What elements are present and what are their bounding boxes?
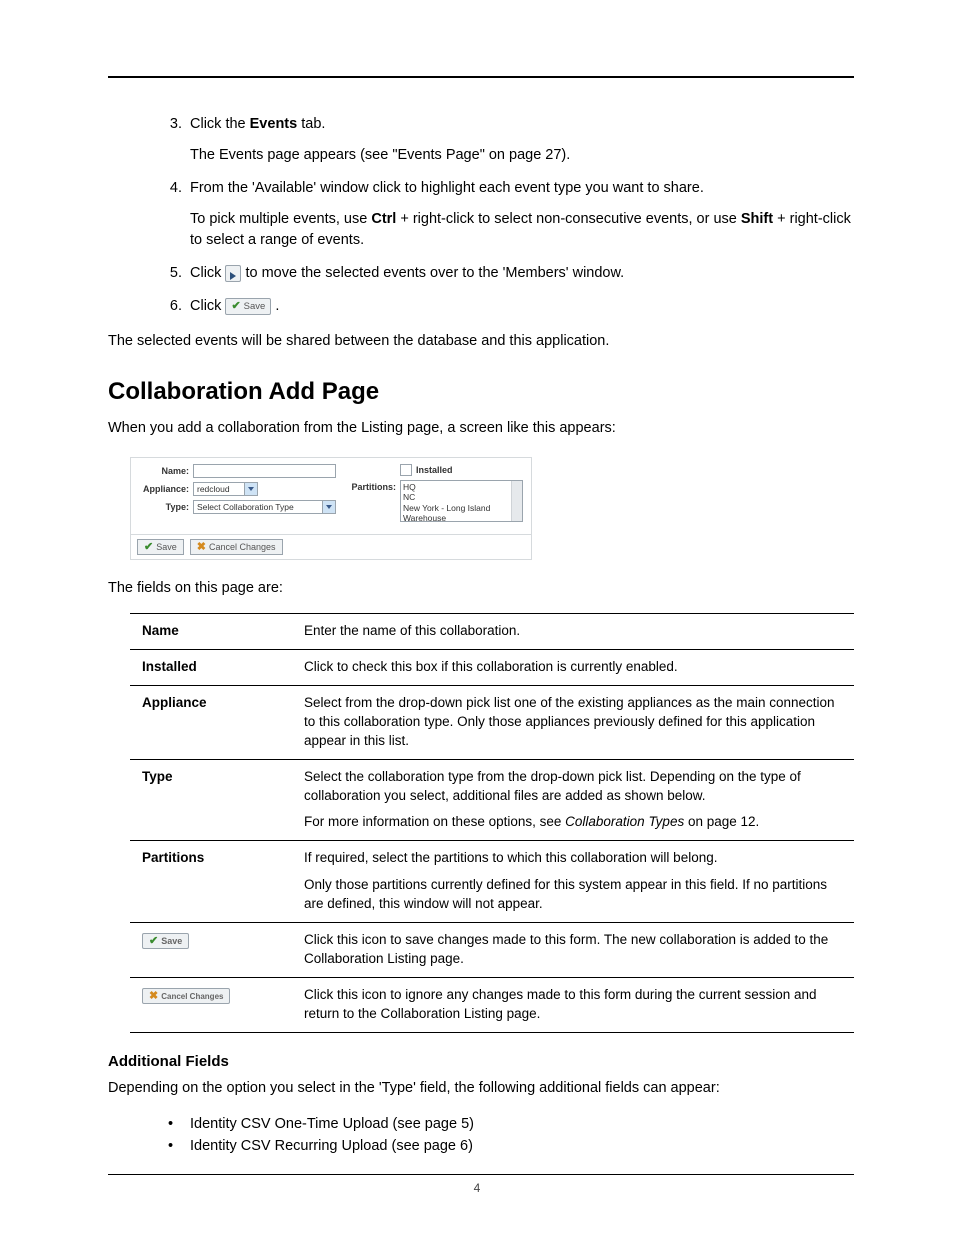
x-icon: ✖ [197,542,206,553]
type-select[interactable]: Select Collaboration Type [193,500,336,514]
partitions-d2: Only those partitions currently defined … [304,876,844,914]
step-3: Click the Events tab. The Events page ap… [186,114,854,166]
table-row: Partitions If required, select the parti… [130,841,854,923]
field-name-d: Enter the name of this collaboration. [292,614,854,650]
table-row: Name Enter the name of this collaboratio… [130,614,854,650]
table-row: Type Select the collaboration type from … [130,759,854,841]
save-button-inline-label: Save [244,302,266,312]
step-4-ctrl: Ctrl [371,211,396,227]
section-heading: Collaboration Add Page [108,378,854,406]
check-icon: ✔ [231,301,240,312]
partition-item-1: NC [403,492,520,502]
name-input[interactable] [193,464,336,478]
table-row: Installed Click to check this box if thi… [130,650,854,686]
form-save-label: Save [156,542,177,552]
field-name-h: Name [130,614,292,650]
field-installed-h: Installed [130,650,292,686]
field-cancel-d: Click this icon to ignore any changes ma… [292,977,854,1032]
field-partitions-d: If required, select the partitions to wh… [292,841,854,923]
table-save-label: Save [161,935,182,948]
field-type-d1: Select the collaboration type from the d… [304,768,844,806]
field-type-d2: For more information on these options, s… [304,813,844,832]
type-d2a: For more information on these options, s… [304,814,565,829]
scrollbar[interactable] [511,481,522,521]
top-rule [108,76,854,78]
table-cancel-label: Cancel Changes [161,991,223,1002]
page-number: 4 [0,1181,954,1195]
step-3-sub: The Events page appears (see "Events Pag… [190,145,854,166]
form-cancel-button[interactable]: ✖Cancel Changes [190,539,283,555]
check-icon: ✔ [149,936,158,947]
spacer [344,464,400,466]
step-6-a: Click [190,298,225,314]
chevron-down-icon [322,501,335,513]
save-button-inline[interactable]: ✔ Save [225,298,271,315]
step-5: Click to move the selected events over t… [186,263,854,284]
field-save-d: Click this icon to save changes made to … [292,922,854,977]
outcome-text: The selected events will be shared betwe… [108,331,854,352]
additional-list: Identity CSV One-Time Upload (see page 5… [108,1113,854,1158]
numbered-steps: Click the Events tab. The Events page ap… [108,114,854,317]
installed-checkbox[interactable] [400,464,412,476]
step-4-sub-c: + right-click to select non-consecutive … [396,211,741,227]
field-type-h: Type [130,759,292,841]
appliance-value: redcloud [197,484,230,494]
step-5-a: Click [190,265,225,281]
appliance-label: Appliance: [139,484,193,494]
table-row: Appliance Select from the drop-down pick… [130,685,854,759]
play-icon [230,272,236,280]
step-6: Click ✔ Save . [186,296,854,317]
step-4-text: From the 'Available' window click to hig… [190,180,704,196]
partitions-listbox[interactable]: HQ NC New York - Long Island Warehouse [400,480,523,522]
installed-label: Installed [416,465,453,475]
name-label: Name: [139,466,193,476]
form-cancel-label: Cancel Changes [209,542,276,552]
type-value: Select Collaboration Type [197,502,294,512]
partitions-d1: If required, select the partitions to wh… [304,849,844,868]
move-right-button[interactable] [225,265,241,282]
table-save-button[interactable]: ✔Save [142,933,189,949]
field-partitions-h: Partitions [130,841,292,923]
x-icon: ✖ [149,991,158,1002]
chevron-down-icon [244,483,257,495]
partitions-label: Partitions: [344,480,400,492]
field-installed-d: Click to check this box if this collabor… [292,650,854,686]
field-save-h: ✔Save [130,922,292,977]
form-save-button[interactable]: ✔Save [137,539,184,555]
partition-item-2: New York - Long Island Warehouse [403,503,520,523]
step-4-sub-a: To pick multiple events, use [190,211,371,227]
bottom-rule [108,1174,854,1175]
fields-table: Name Enter the name of this collaboratio… [130,613,854,1032]
step-3-text-a: Click the [190,116,250,132]
additional-intro: Depending on the option you select in th… [108,1078,854,1099]
appliance-select[interactable]: redcloud [193,482,258,496]
section-intro: When you add a collaboration from the Li… [108,418,854,439]
additional-heading: Additional Fields [108,1053,854,1070]
type-d2c: on page 12. [684,814,759,829]
step-4-shift: Shift [741,211,773,227]
step-4: From the 'Available' window click to hig… [186,178,854,251]
additional-item-1: Identity CSV Recurring Upload (see page … [168,1135,854,1157]
field-appliance-h: Appliance [130,685,292,759]
table-cancel-button[interactable]: ✖Cancel Changes [142,988,230,1004]
field-appliance-d: Select from the drop-down pick list one … [292,685,854,759]
table-row: ✔Save Click this icon to save changes ma… [130,922,854,977]
step-3-bold: Events [250,116,298,132]
type-d2b: Collaboration Types [565,814,684,829]
field-type-d: Select the collaboration type from the d… [292,759,854,841]
additional-item-0: Identity CSV One-Time Upload (see page 5… [168,1113,854,1135]
table-row: ✖Cancel Changes Click this icon to ignor… [130,977,854,1032]
check-icon: ✔ [144,542,153,553]
field-cancel-h: ✖Cancel Changes [130,977,292,1032]
collaboration-add-form: Name: Appliance: redcloud Type: Select C… [130,457,532,560]
step-5-b: to move the selected events over to the … [245,265,624,281]
step-4-sub: To pick multiple events, use Ctrl + righ… [190,209,854,251]
fields-intro: The fields on this page are: [108,578,854,599]
step-6-b: . [275,298,279,314]
partition-item-0: HQ [403,482,520,492]
type-label: Type: [139,502,193,512]
step-3-text-c: tab. [297,116,325,132]
